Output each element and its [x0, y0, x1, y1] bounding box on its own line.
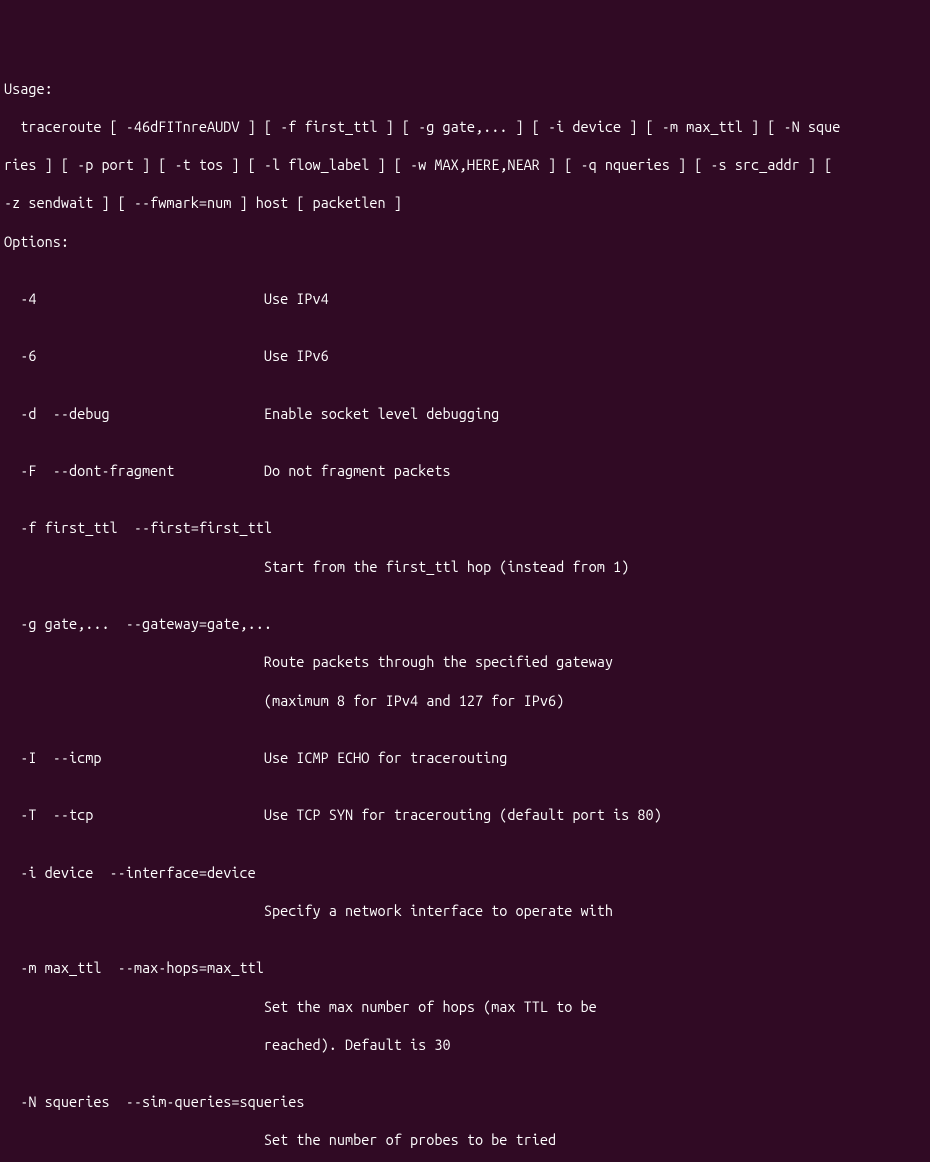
option-desc: Use IPv6 [264, 346, 329, 365]
option-sim-queries-flag: -N squeries --sim-queries=squeries [4, 1092, 926, 1111]
option-flag: -T --tcp [4, 805, 264, 824]
options-header: Options: [4, 232, 926, 251]
option-desc: Use IPv4 [264, 289, 329, 308]
option-desc: Do not fragment packets [264, 461, 451, 480]
option-interface-flag: -i device --interface=device [4, 863, 926, 882]
option-flag: -F --dont-fragment [4, 461, 264, 480]
option-gateway-desc1: Route packets through the specified gate… [4, 652, 926, 671]
option-flag: -6 [4, 346, 264, 365]
option-max-hops-desc2: reached). Default is 30 [4, 1035, 926, 1054]
usage-synopsis-line3: -z sendwait ] [ --fwmark=num ] host [ pa… [4, 193, 926, 212]
option-interface-desc: Specify a network interface to operate w… [4, 901, 926, 920]
option-flag: -d --debug [4, 404, 264, 423]
option-desc: Use ICMP ECHO for tracerouting [264, 748, 508, 767]
option-dont-fragment: -F --dont-fragmentDo not fragment packet… [4, 461, 926, 480]
option-ipv4: -4Use IPv4 [4, 289, 926, 308]
option-sim-queries-desc1: Set the number of probes to be tried [4, 1130, 926, 1149]
option-debug: -d --debugEnable socket level debugging [4, 404, 926, 423]
option-desc: Use TCP SYN for tracerouting (default po… [264, 805, 662, 824]
option-gateway-desc2: (maximum 8 for IPv4 and 127 for IPv6) [4, 691, 926, 710]
usage-synopsis-line1: traceroute [ -46dFITnreAUDV ] [ -f first… [4, 117, 926, 136]
option-flag: -I --icmp [4, 748, 264, 767]
option-max-hops-desc1: Set the max number of hops (max TTL to b… [4, 997, 926, 1016]
option-tcp: -T --tcpUse TCP SYN for tracerouting (de… [4, 805, 926, 824]
usage-header: Usage: [4, 79, 926, 98]
option-ipv6: -6Use IPv6 [4, 346, 926, 365]
option-gateway-flag: -g gate,... --gateway=gate,... [4, 614, 926, 633]
option-flag: -4 [4, 289, 264, 308]
option-max-hops-flag: -m max_ttl --max-hops=max_ttl [4, 958, 926, 977]
option-desc: Enable socket level debugging [264, 404, 499, 423]
option-first-ttl-flag: -f first_ttl --first=first_ttl [4, 518, 926, 537]
option-icmp: -I --icmpUse ICMP ECHO for tracerouting [4, 748, 926, 767]
usage-synopsis-line2: ries ] [ -p port ] [ -t tos ] [ -l flow_… [4, 155, 926, 174]
option-first-ttl-desc: Start from the first_ttl hop (instead fr… [4, 557, 926, 576]
